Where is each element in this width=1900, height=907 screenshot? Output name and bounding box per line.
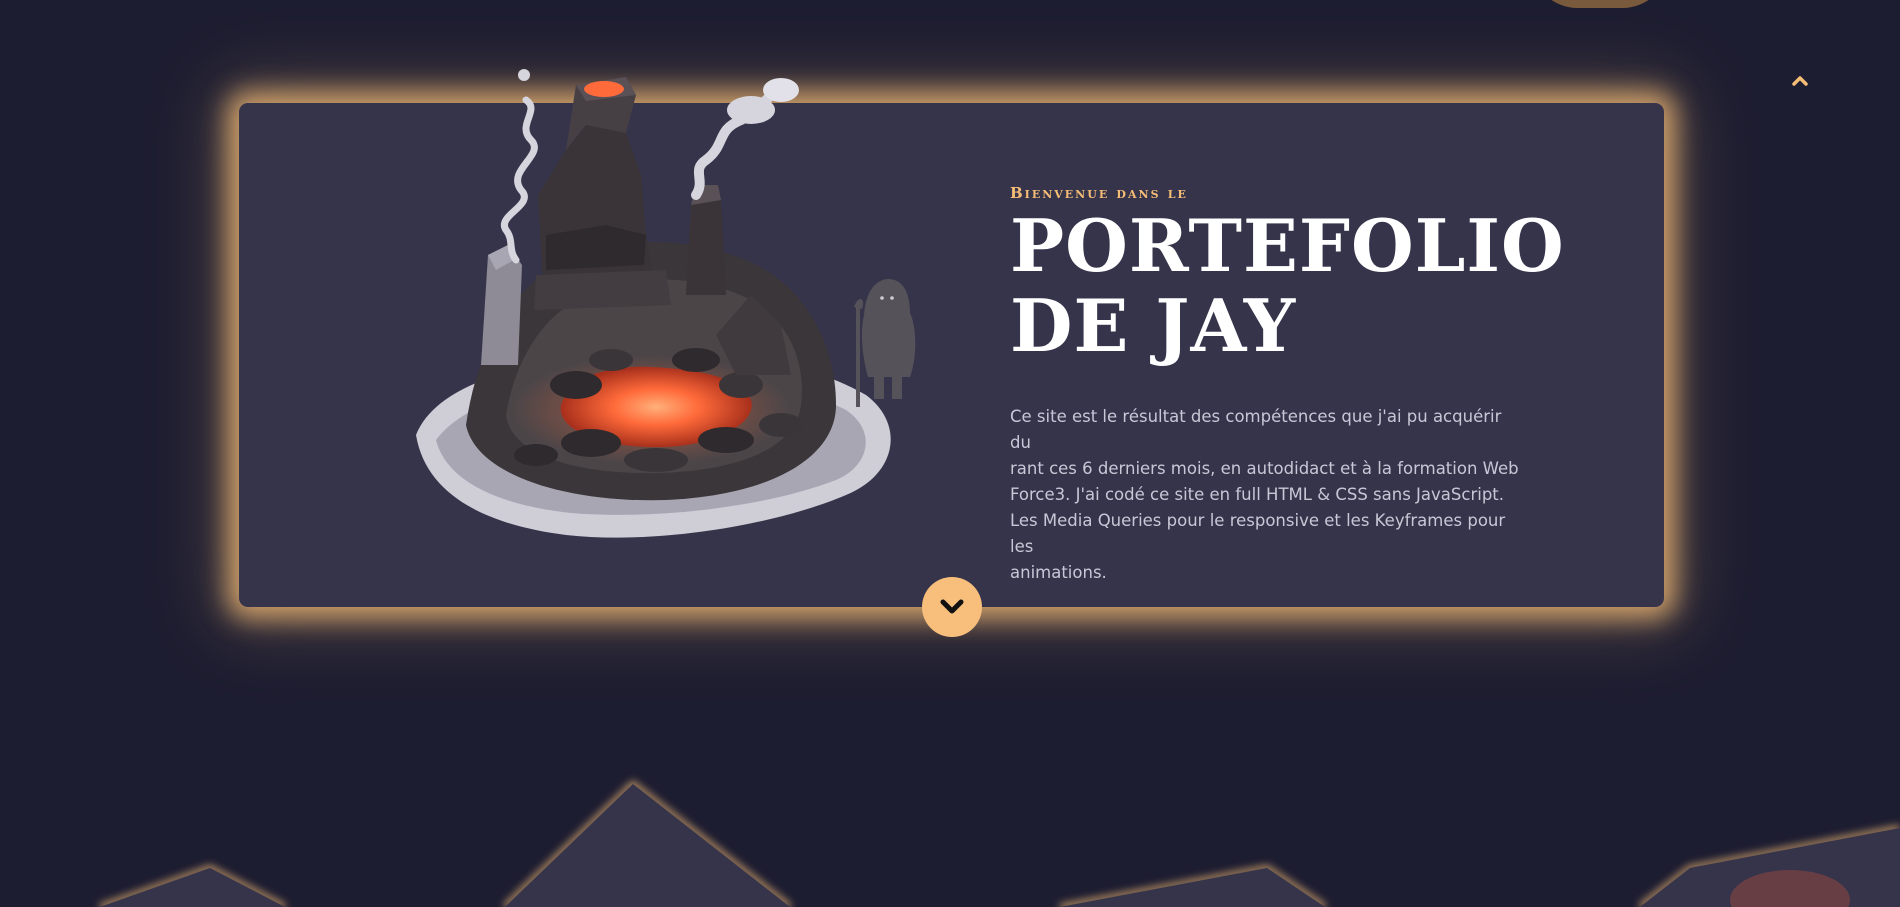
hero-kicker: Bienvenue dans le <box>1010 184 1188 202</box>
hero-title-line-1: Portefolio <box>1010 203 1565 288</box>
mountain-silhouette <box>98 780 1900 907</box>
hero-description-line: Force3. J'ai codé ce site en full HTML &… <box>1010 485 1505 504</box>
hero-description-line: rant ces 6 derniers mois, en autodidact … <box>1010 459 1519 478</box>
hero-text-block: Bienvenue dans le Portefolio de Jay Ce s… <box>1010 184 1630 586</box>
hero-description: Ce site est le résultat des compétences … <box>1010 404 1520 586</box>
volcano-illustration <box>416 69 916 538</box>
mountain-glow <box>98 780 1900 907</box>
chevron-down-icon <box>940 599 964 614</box>
scroll-to-top-button[interactable] <box>1782 66 1818 94</box>
chevron-up-icon <box>1792 76 1808 86</box>
mountain-peak <box>1060 868 1325 907</box>
hero-description-line: Les Media Queries pour le responsive et … <box>1010 511 1506 556</box>
top-decorative-orb <box>1530 0 1670 8</box>
mountain-peak <box>505 784 790 907</box>
hero-description-line: animations. <box>1010 563 1107 582</box>
scroll-down-button[interactable] <box>922 577 982 637</box>
hero-description-line: Ce site est le résultat des compétences … <box>1010 407 1502 452</box>
hero-title-line-2: de Jay <box>1010 283 1297 368</box>
hero-title: Portefolio de Jay <box>1010 206 1630 366</box>
